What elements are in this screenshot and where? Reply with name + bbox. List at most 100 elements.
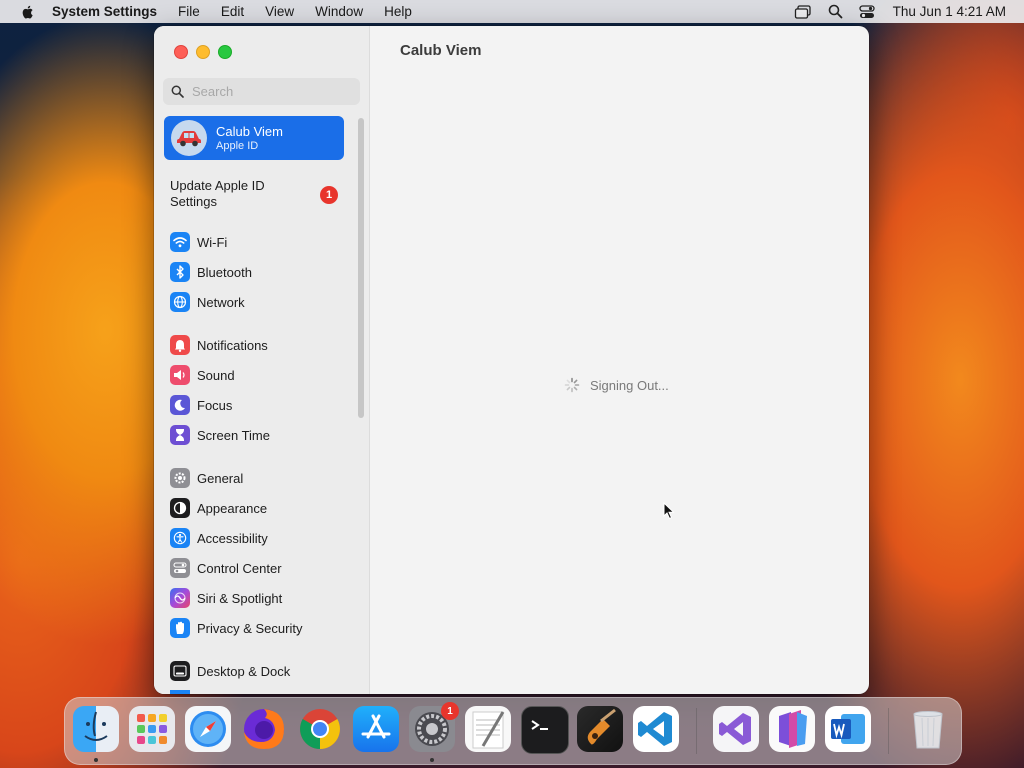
sidebar-item-label: Sound (197, 367, 235, 383)
status-text: Signing Out... (590, 377, 669, 393)
mouse-cursor-icon (663, 502, 675, 520)
menu-view[interactable]: View (265, 4, 294, 19)
bell-icon (170, 335, 190, 355)
account-name: Calub Viem (216, 124, 283, 139)
dock-word-icon[interactable] (825, 706, 871, 752)
dock-power-apps-icon[interactable] (769, 706, 815, 752)
sidebar-item-label: Focus (197, 397, 233, 413)
sidebar-item-bluetooth[interactable]: Bluetooth (170, 261, 350, 283)
menu-window[interactable]: Window (315, 4, 363, 19)
sidebar-item-label: Screen Time (197, 427, 270, 443)
sidebar-item-label: General (197, 470, 244, 486)
accessibility-icon (170, 528, 190, 548)
sidebar-item-label: Siri & Spotlight (197, 590, 283, 606)
sidebar-item-desktop-dock[interactable]: Desktop & Dock (170, 660, 350, 682)
sidebar-item-appearance[interactable]: Appearance (170, 497, 350, 519)
hand-icon (170, 618, 190, 638)
sidebar-item-label: Desktop & Dock (197, 663, 291, 679)
dock-visual-studio-icon[interactable] (713, 706, 759, 752)
sidebar-item-general[interactable]: General (170, 467, 350, 489)
car-icon (177, 131, 201, 147)
system-settings-window: Calub Viem Apple ID Update Apple ID Sett… (154, 26, 869, 694)
update-label: Update Apple ID Settings (170, 178, 265, 209)
sidebar: Calub Viem Apple ID Update Apple ID Sett… (154, 26, 370, 694)
sidebar-scrollbar[interactable] (358, 118, 364, 418)
dock-chrome-icon[interactable] (297, 706, 343, 752)
apple-id-account[interactable]: Calub Viem Apple ID (164, 116, 344, 160)
settings-running-indicator (430, 758, 434, 762)
zoom-window-button[interactable] (218, 45, 232, 59)
control-center-icon (170, 558, 190, 578)
dock-launchpad-icon[interactable] (129, 706, 175, 752)
menu-file[interactable]: File (178, 4, 200, 19)
close-window-button[interactable] (174, 45, 188, 59)
screen-mirroring-icon[interactable] (794, 4, 812, 19)
account-subtitle: Apple ID (216, 140, 259, 152)
speaker-icon (170, 365, 190, 385)
signing-out-status: Signing Out... (564, 377, 669, 393)
sidebar-item-network[interactable]: Network (170, 291, 350, 313)
spotlight-search-icon[interactable] (828, 4, 843, 19)
sidebar-item-label: Notifications (197, 337, 268, 353)
dock-vscode-icon[interactable] (633, 706, 679, 752)
page-title: Calub Viem (400, 42, 482, 59)
update-badge: 1 (320, 186, 338, 204)
sidebar-item-label: Accessibility (197, 530, 268, 546)
siri-icon (170, 588, 190, 608)
control-center-menubar-icon[interactable] (859, 4, 875, 19)
system-settings-badge: 1 (441, 702, 459, 720)
sidebar-item-wifi[interactable]: Wi-Fi (170, 231, 350, 253)
gear-icon (170, 468, 190, 488)
appearance-icon (170, 498, 190, 518)
search-input[interactable] (190, 83, 354, 100)
dock-separator (888, 708, 889, 754)
dock-firefox-icon[interactable] (241, 706, 287, 752)
window-controls (174, 45, 240, 59)
dock-trash-icon[interactable] (905, 706, 951, 752)
sidebar-item-label: Network (197, 294, 245, 310)
menu-bar: System Settings File Edit View Window He… (0, 0, 1024, 23)
avatar (171, 120, 207, 156)
search-icon (171, 85, 184, 98)
sidebar-item-privacy-security[interactable]: Privacy & Security (170, 617, 350, 639)
menubar-clock[interactable]: Thu Jun 1 4:21 AM (893, 4, 1006, 19)
globe-icon (170, 292, 190, 312)
dock: 1 (64, 697, 962, 765)
finder-running-indicator (94, 758, 98, 762)
display-icon (170, 690, 190, 694)
sidebar-search[interactable] (163, 78, 360, 105)
wifi-icon (170, 232, 190, 252)
sidebar-item-label: Wi-Fi (197, 234, 228, 250)
dock-system-settings-icon[interactable]: 1 (409, 702, 459, 752)
bluetooth-icon (170, 262, 190, 282)
minimize-window-button[interactable] (196, 45, 210, 59)
sidebar-item-label: Bluetooth (197, 264, 252, 280)
sidebar-item-sound[interactable]: Sound (170, 364, 350, 386)
dock-separator (696, 708, 697, 754)
sidebar-item-control-center[interactable]: Control Center (170, 557, 350, 579)
sidebar-item-notifications[interactable]: Notifications (170, 334, 350, 356)
menu-app-name[interactable]: System Settings (52, 4, 157, 19)
sidebar-item-label: Appearance (197, 500, 268, 516)
apple-menu-icon[interactable] (20, 4, 36, 20)
hourglass-icon (170, 425, 190, 445)
sidebar-item-screen-time[interactable]: Screen Time (170, 424, 350, 446)
dock-app-store-icon[interactable] (353, 706, 399, 752)
dock-safari-icon[interactable] (185, 706, 231, 752)
sidebar-item-partial[interactable] (170, 690, 350, 694)
sidebar-item-focus[interactable]: Focus (170, 394, 350, 416)
moon-icon (170, 395, 190, 415)
sidebar-item-accessibility[interactable]: Accessibility (170, 527, 350, 549)
dock-finder-icon[interactable] (73, 706, 119, 752)
dock-terminal-icon[interactable] (521, 706, 569, 754)
sidebar-item-siri-spotlight[interactable]: Siri & Spotlight (170, 587, 350, 609)
dock-garageband-icon[interactable] (577, 706, 623, 752)
update-apple-id-settings[interactable]: Update Apple ID Settings (170, 178, 345, 210)
menu-help[interactable]: Help (384, 4, 412, 19)
sidebar-item-label: Control Center (197, 560, 282, 576)
menu-edit[interactable]: Edit (221, 4, 244, 19)
sidebar-item-label: Privacy & Security (197, 620, 303, 636)
dock-textedit-icon[interactable] (465, 706, 511, 752)
dock-icon (170, 661, 190, 681)
spinner-icon (564, 377, 580, 393)
